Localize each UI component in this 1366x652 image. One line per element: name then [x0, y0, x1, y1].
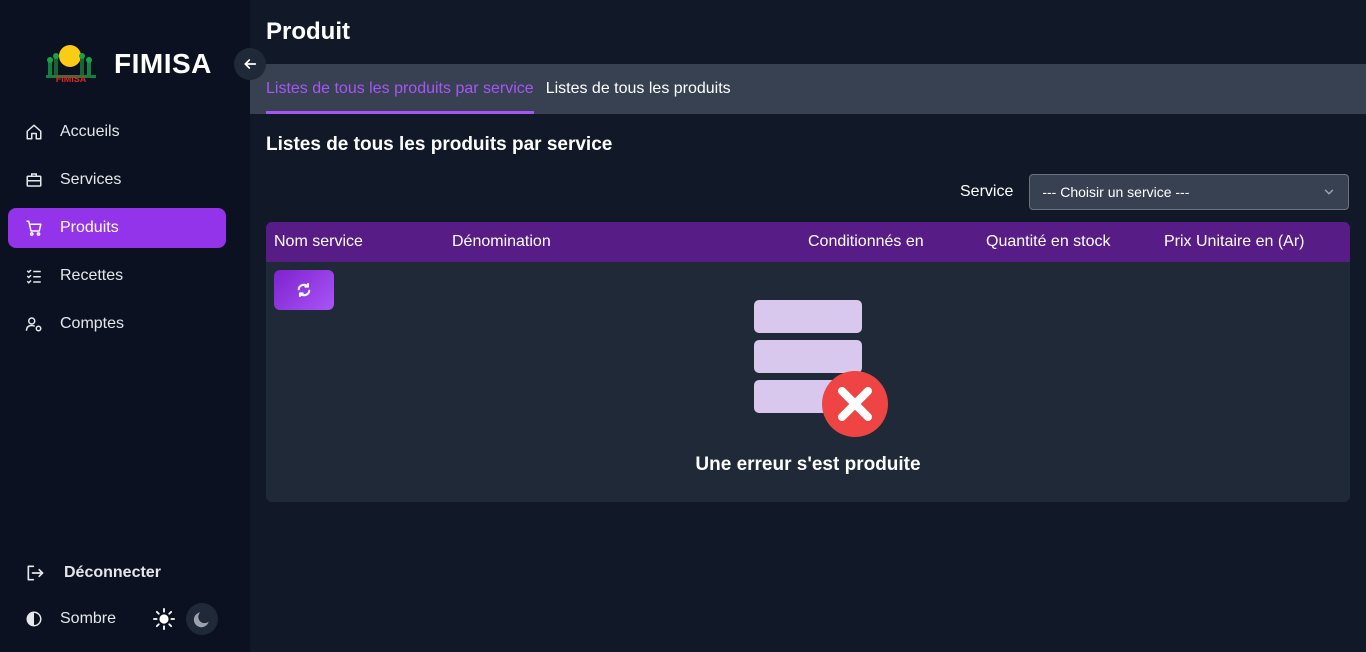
sidebar-item-comptes[interactable]: Comptes: [8, 304, 226, 344]
service-filter: Service --- Choisir un service ---: [960, 174, 1350, 210]
sidebar-item-accueils[interactable]: Accueils: [8, 112, 226, 152]
logout-button[interactable]: Déconnecter: [24, 562, 161, 584]
column-header-quantite[interactable]: Quantité en stock: [986, 233, 1111, 251]
sidebar-item-recettes[interactable]: Recettes: [8, 256, 226, 296]
svg-text:FIMISA: FIMISA: [56, 74, 87, 84]
sidebar-nav: Accueils Services Produits Recettes Comp…: [8, 112, 226, 352]
main-content: Produit Listes de tous les produits par …: [250, 0, 1366, 652]
error-illustration: [754, 300, 894, 440]
tab-products-by-service[interactable]: Listes de tous les produits par service: [266, 64, 534, 114]
logout-icon: [24, 562, 46, 584]
light-theme-button[interactable]: [148, 603, 180, 635]
collapse-sidebar-button[interactable]: [234, 48, 266, 80]
fimisa-logo: FIMISA: [44, 44, 98, 84]
sidebar-item-label: Services: [60, 171, 122, 188]
refresh-button[interactable]: [274, 270, 334, 310]
sun-icon: [153, 608, 175, 630]
service-select[interactable]: --- Choisir un service ---: [1029, 174, 1350, 210]
arrow-left-icon: [244, 59, 257, 69]
page-title: Produit: [266, 18, 350, 45]
service-filter-label: Service: [960, 183, 1014, 200]
cart-icon: [24, 218, 44, 238]
sidebar-item-produits[interactable]: Produits: [8, 208, 226, 248]
sidebar-item-services[interactable]: Services: [8, 160, 226, 200]
refresh-icon: [297, 283, 311, 297]
theme-label: Sombre: [60, 610, 117, 627]
column-header-conditionnes[interactable]: Conditionnés en: [808, 233, 924, 251]
sidebar-item-label: Produits: [60, 219, 119, 236]
tab-bar: Listes de tous les produits par service …: [250, 64, 1366, 114]
briefcase-icon: [24, 170, 44, 190]
tab-all-products[interactable]: Listes de tous les produits: [546, 64, 731, 114]
section-title: Listes de tous les produits par service: [266, 134, 613, 155]
chevron-down-icon: [1325, 189, 1334, 195]
service-select-value: --- Choisir un service ---: [1042, 184, 1190, 200]
products-table: Nom service Dénomination Conditionnés en…: [266, 222, 1350, 502]
brand-name: FIMISA: [114, 48, 212, 79]
column-header-prix[interactable]: Prix Unitaire en (Ar): [1164, 233, 1304, 251]
sidebar: FIMISA FIMISA Accueils Services Produits…: [0, 0, 250, 652]
sidebar-item-label: Accueils: [60, 123, 120, 140]
sidebar-item-label: Recettes: [60, 267, 124, 284]
logout-label: Déconnecter: [64, 564, 161, 581]
home-icon: [24, 122, 44, 142]
sidebar-item-label: Comptes: [60, 315, 125, 332]
column-header-denomination[interactable]: Dénomination: [452, 233, 551, 251]
contrast-icon: [24, 609, 44, 629]
app-root: FIMISA FIMISA Accueils Services Produits…: [0, 0, 1366, 652]
database-error-icon: [754, 300, 888, 437]
checklist-icon: [24, 266, 44, 286]
brand[interactable]: FIMISA FIMISA: [44, 44, 212, 84]
error-message: Une erreur s'est produite: [695, 454, 921, 475]
dark-theme-button[interactable]: [186, 603, 218, 635]
user-settings-icon: [24, 314, 44, 334]
moon-icon: [193, 612, 209, 628]
theme-switcher: Sombre: [24, 603, 224, 635]
theme-toggle: [148, 603, 218, 635]
table-header: Nom service Dénomination Conditionnés en…: [266, 222, 1350, 262]
column-header-nom-service[interactable]: Nom service: [274, 233, 363, 251]
